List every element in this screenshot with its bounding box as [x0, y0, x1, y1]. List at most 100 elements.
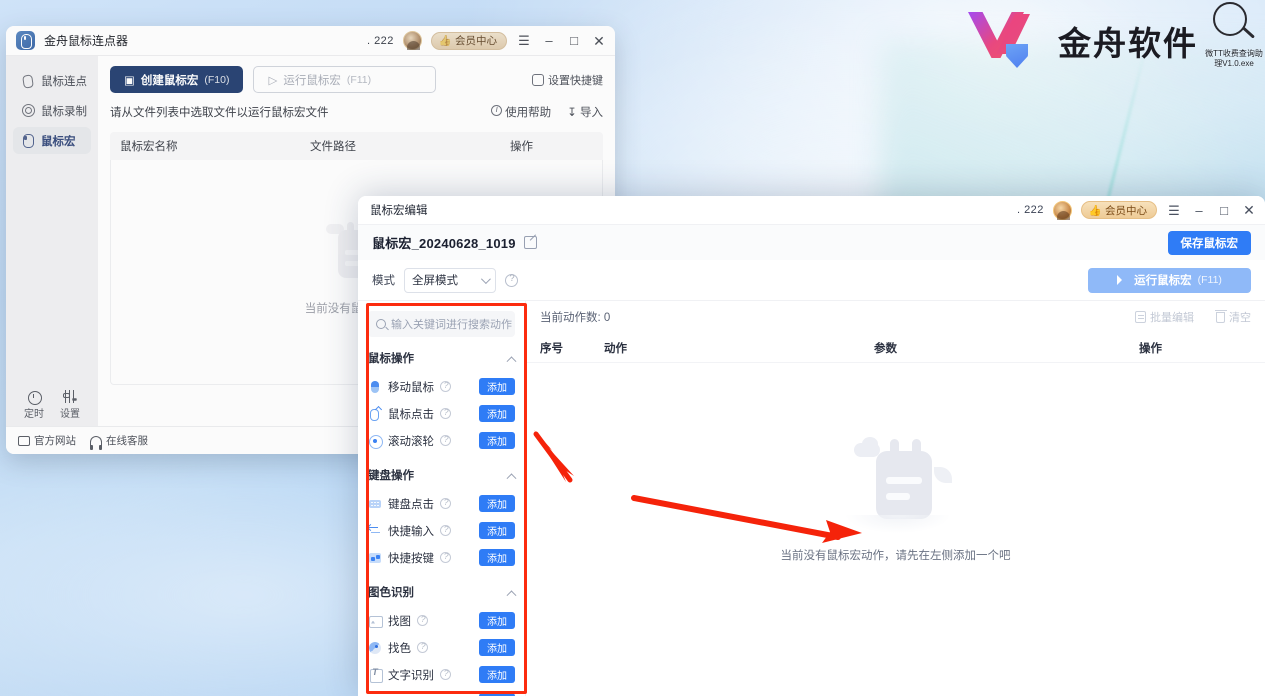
hotkey-settings-button[interactable]: 设置快捷键	[532, 72, 603, 88]
jinzhou-k-icon	[968, 12, 1040, 70]
add-button[interactable]: 添加	[479, 666, 515, 683]
create-macro-button[interactable]: ▣ 创建鼠标宏 (F10)	[110, 66, 243, 93]
info-icon	[491, 105, 502, 116]
run-macro-button-editor[interactable]: 运行鼠标宏 (F11)	[1088, 268, 1251, 293]
action-label: 滚动滚轮	[388, 433, 434, 449]
add-button[interactable]: 添加	[479, 522, 515, 539]
sidebar-bottom-nav: 定时 设置	[6, 389, 98, 420]
action-item-quick-input[interactable]: 快捷输入 添加	[368, 517, 515, 544]
run-macro-button[interactable]: ▷ 运行鼠标宏 (F11)	[253, 66, 436, 93]
editor-minimize-icon[interactable]: –	[1191, 204, 1207, 217]
sidebar-label: 鼠标连点	[41, 73, 87, 89]
edit-pencil-icon[interactable]	[524, 236, 538, 250]
sidebar-item-mouse-record[interactable]: 鼠标录制	[13, 97, 91, 124]
action-label: 移动鼠标	[388, 379, 434, 395]
editor-subheader: 鼠标宏_20240628_1019 保存鼠标宏	[358, 224, 1265, 260]
find-color-icon	[368, 641, 382, 655]
add-button[interactable]: 添加	[479, 639, 515, 656]
bottom-nav-settings[interactable]: 设置	[60, 389, 80, 420]
help-icon[interactable]	[440, 498, 451, 509]
group-header-image-color[interactable]: 图色识别	[368, 577, 515, 607]
quick-input-icon	[368, 524, 382, 538]
avatar[interactable]	[403, 31, 422, 50]
bottom-nav-timer[interactable]: 定时	[24, 389, 44, 420]
hotkey-icon	[532, 74, 544, 86]
add-button[interactable]: 添加	[479, 432, 515, 449]
editor-empty-state: 当前没有鼠标宏动作，请先在左侧添加一个吧	[526, 429, 1265, 563]
thumbs-up-icon: 👍	[439, 34, 452, 47]
search-action-input[interactable]: 输入关键词进行搜索动作	[368, 311, 515, 337]
add-button[interactable]: 添加	[479, 405, 515, 422]
column-header-action: 动作	[604, 340, 874, 356]
sidebar-item-mouse-macro[interactable]: 鼠标宏	[13, 127, 91, 154]
action-item-find-image[interactable]: 找图 添加	[368, 607, 515, 634]
editor-close-icon[interactable]: ✕	[1241, 203, 1257, 217]
close-icon[interactable]: ✕	[591, 34, 607, 48]
add-button[interactable]: 添加	[479, 612, 515, 629]
run-macro-hotkey: (F11)	[347, 74, 371, 86]
brand-text: 金舟软件	[1058, 17, 1198, 65]
help-icon[interactable]	[417, 642, 428, 653]
action-label: 文字识别	[388, 667, 434, 683]
trash-icon	[1216, 312, 1225, 323]
add-button[interactable]: 添加	[479, 378, 515, 395]
group-header-keyboard[interactable]: 键盘操作	[368, 460, 515, 490]
save-macro-label: 保存鼠标宏	[1181, 235, 1239, 251]
app-logo-icon	[16, 31, 35, 50]
group-title: 鼠标操作	[368, 350, 414, 366]
vip-label: 会员中心	[455, 33, 497, 48]
record-icon	[20, 103, 35, 118]
import-button[interactable]: ↧ 导入	[567, 104, 603, 120]
clicker-hint-text: 请从文件列表中选取文件以运行鼠标宏文件	[110, 104, 329, 120]
group-header-mouse[interactable]: 鼠标操作	[368, 343, 515, 373]
action-label: 鼠标点击	[388, 406, 434, 422]
action-item-ocr[interactable]: 文字识别 添加	[368, 661, 515, 688]
sidebar-item-mouse-clicker[interactable]: 鼠标连点	[13, 67, 91, 94]
clicker-title: 金舟鼠标连点器	[44, 32, 128, 49]
menu-icon[interactable]: ☰	[516, 34, 532, 47]
editor-menu-icon[interactable]: ☰	[1166, 204, 1182, 217]
clicker-toolbar: ▣ 创建鼠标宏 (F10) ▷ 运行鼠标宏 (F11) 设置快捷键	[110, 66, 603, 93]
desktop-icon-magnifier[interactable]: 微TT收费查询助理V1.0.exe	[1203, 2, 1265, 69]
mode-help-icon[interactable]	[505, 274, 518, 287]
add-button[interactable]: 添加	[479, 549, 515, 566]
maximize-icon[interactable]: □	[566, 34, 582, 47]
run-macro-label: 运行鼠标宏	[1134, 272, 1192, 288]
mode-select[interactable]: 全屏模式	[404, 268, 496, 293]
editor-maximize-icon[interactable]: □	[1216, 204, 1232, 217]
save-macro-button[interactable]: 保存鼠标宏	[1168, 231, 1252, 255]
batch-edit-button[interactable]: 批量编辑	[1135, 309, 1194, 325]
help-icon[interactable]	[440, 552, 451, 563]
add-square-icon: ▣	[124, 73, 135, 87]
vip-center-button[interactable]: 👍 会员中心	[431, 32, 507, 50]
help-icon[interactable]	[440, 408, 451, 419]
macro-editor-window: 鼠标宏编辑 . 222 👍 会员中心 ☰ – □ ✕ 鼠标宏_20240628_…	[358, 196, 1265, 696]
help-icon[interactable]	[440, 381, 451, 392]
action-item-keyboard-click[interactable]: 键盘点击 添加	[368, 490, 515, 517]
clicker-table-header: 鼠标宏名称 文件路径 操作	[110, 132, 603, 160]
help-button[interactable]: 使用帮助	[491, 104, 551, 120]
action-item-mouse-click[interactable]: 鼠标点击 添加	[368, 400, 515, 427]
search-icon	[376, 319, 386, 329]
play-icon: ▷	[268, 73, 277, 87]
action-item-hotkey[interactable]: 快捷按键 添加	[368, 544, 515, 571]
action-item-match-color[interactable]: 匹配颜色 添加	[368, 688, 515, 696]
help-icon[interactable]	[417, 615, 428, 626]
minimize-icon[interactable]: –	[541, 34, 557, 47]
editor-vip-center-button[interactable]: 👍 会员中心	[1081, 201, 1157, 219]
add-button[interactable]: 添加	[479, 495, 515, 512]
official-site-link[interactable]: 官方网站	[18, 433, 76, 448]
help-icon[interactable]	[440, 669, 451, 680]
editor-mode-row: 模式 全屏模式 运行鼠标宏 (F11)	[358, 260, 1265, 301]
help-icon[interactable]	[440, 435, 451, 446]
clicker-hint-row: 请从文件列表中选取文件以运行鼠标宏文件 使用帮助 ↧ 导入	[110, 104, 603, 120]
action-item-scroll-wheel[interactable]: 滚动滚轮 添加	[368, 427, 515, 454]
ocr-icon	[368, 668, 382, 682]
chevron-up-icon	[507, 356, 517, 366]
help-icon[interactable]	[440, 525, 451, 536]
online-support-link[interactable]: 在线客服	[90, 433, 148, 448]
clear-button[interactable]: 清空	[1216, 309, 1251, 325]
action-item-move-mouse[interactable]: 移动鼠标 添加	[368, 373, 515, 400]
action-item-find-color[interactable]: 找色 添加	[368, 634, 515, 661]
editor-avatar[interactable]	[1053, 201, 1072, 220]
